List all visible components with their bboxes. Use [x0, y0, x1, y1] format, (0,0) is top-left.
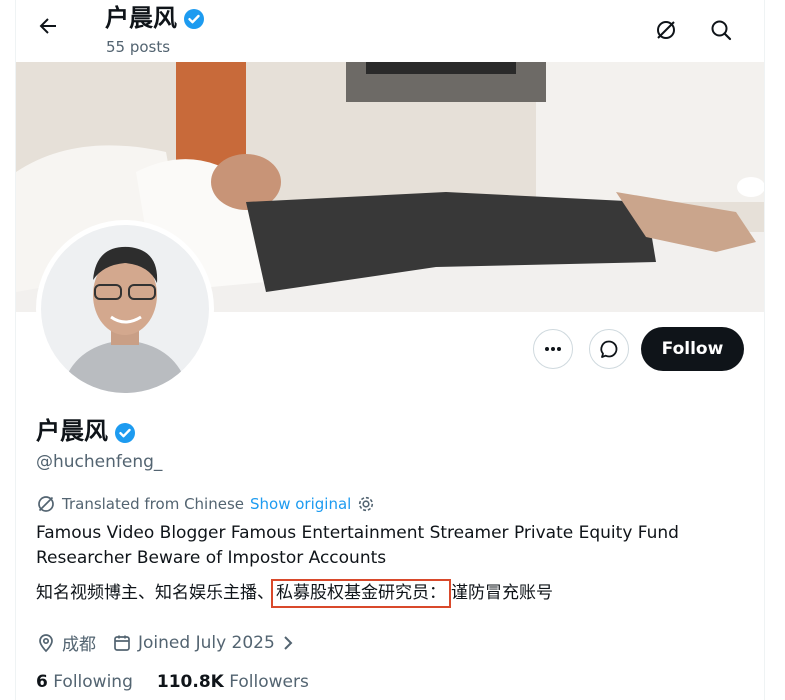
following-count: 6 [36, 672, 48, 692]
bio-zh-highlight: 私募股权基金研究员： [271, 579, 451, 608]
more-dots-icon [543, 339, 563, 359]
following-label: Following [53, 672, 133, 692]
bio-line-1: Famous Video Blogger Famous Entertainmen… [36, 523, 679, 543]
calendar-icon [112, 633, 132, 653]
search-icon[interactable] [709, 18, 733, 46]
translated-label: Translated from Chinese [62, 495, 244, 513]
profile-meta: 成都 Joined July 2025 [36, 630, 295, 655]
followers-link[interactable]: 110.8K Followers [157, 672, 309, 692]
back-arrow-icon[interactable] [36, 14, 60, 42]
follow-stats: 6 Following 110.8K Followers [36, 672, 309, 692]
header-name: 户晨风 [105, 4, 177, 32]
profile-handle: @huchenfeng_ [36, 452, 163, 472]
verified-badge-icon[interactable] [114, 420, 136, 443]
bio-zh-part-2: 谨防冒充账号 [451, 583, 553, 603]
grok-icon[interactable] [654, 18, 678, 46]
translation-row: Translated from Chinese Show original [36, 494, 375, 514]
bio-translated: Famous Video Blogger Famous Entertainmen… [36, 521, 736, 571]
show-original-link[interactable]: Show original [250, 495, 351, 513]
profile-name: 户晨风 [36, 417, 108, 445]
translate-icon [36, 494, 56, 514]
header-title: 户晨风 [105, 3, 205, 33]
message-button[interactable] [589, 329, 629, 369]
bio-original: 知名视频博主、知名娱乐主播、 私募股权基金研究员： 谨防冒充账号 [36, 579, 553, 608]
profile-name-row: 户晨风 [36, 415, 136, 447]
followers-label: Followers [229, 672, 309, 692]
post-count: 55 posts [106, 38, 171, 56]
chevron-right-icon[interactable] [281, 634, 295, 652]
followers-count: 110.8K [156, 672, 224, 692]
follow-button[interactable]: Follow [641, 327, 744, 371]
translation-settings-icon[interactable] [357, 495, 375, 513]
location-icon [36, 633, 56, 653]
joined-text: Joined July 2025 [138, 632, 275, 653]
message-icon [598, 338, 620, 360]
bio-zh-part-1: 知名视频博主、知名娱乐主播、 [36, 583, 274, 603]
following-link[interactable]: 6 Following [36, 672, 133, 692]
verified-badge-icon [183, 7, 205, 29]
bio-line-2: Researcher Beware of Impostor Accounts [36, 548, 387, 568]
location-text: 成都 [62, 635, 96, 655]
more-button[interactable] [533, 329, 573, 369]
avatar[interactable] [36, 220, 214, 398]
